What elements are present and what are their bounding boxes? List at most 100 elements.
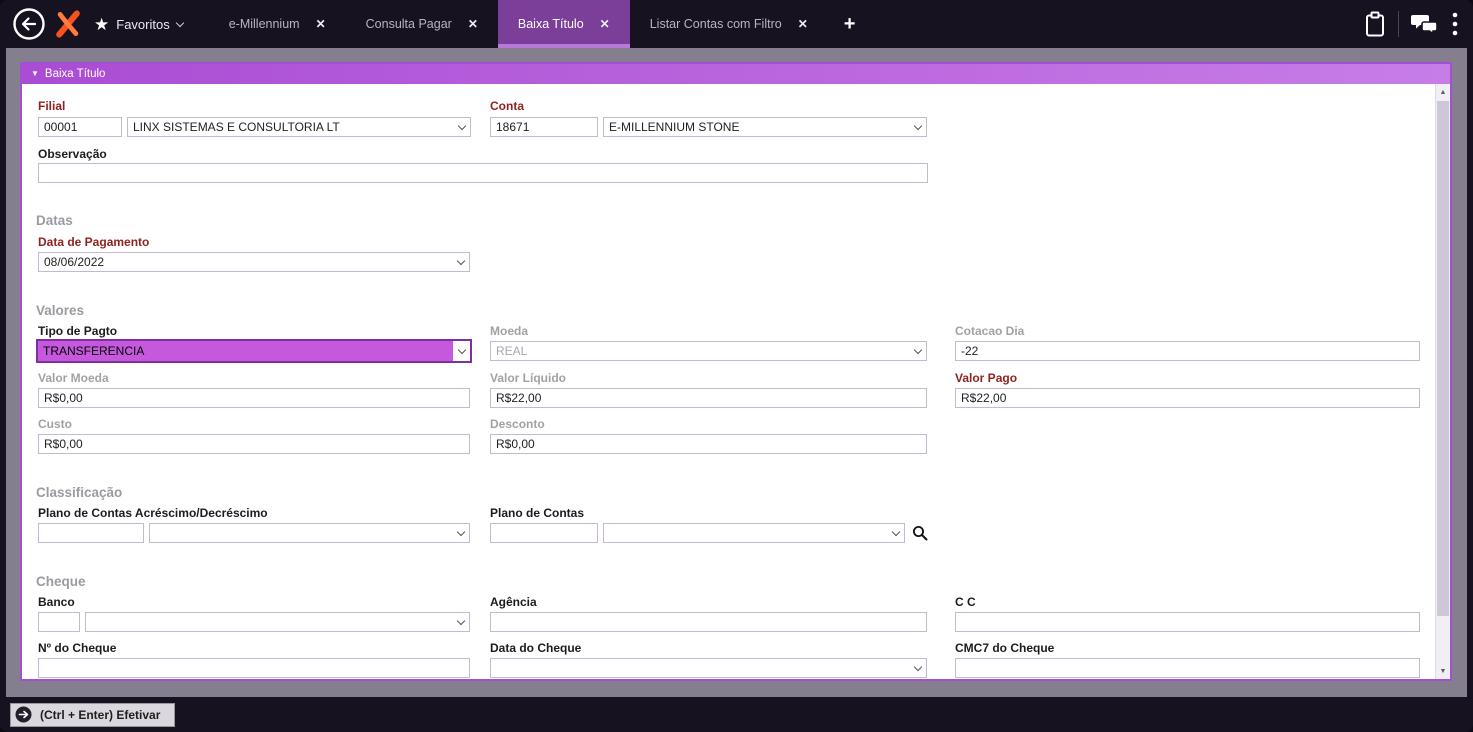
data-pagamento-label: Data de Pagamento [38, 235, 150, 249]
plano-contas-select[interactable] [603, 523, 905, 543]
plano-acrescimo-label: Plano de Contas Acréscimo/Decréscimo [38, 506, 268, 520]
close-icon[interactable]: ✕ [600, 17, 610, 31]
cotacao-dia-label: Cotacao Dia [955, 324, 1025, 338]
moeda-label: Moeda [490, 324, 529, 338]
agencia-label: Agência [490, 595, 537, 609]
back-button[interactable] [12, 7, 46, 41]
numero-cheque-label: Nº do Cheque [38, 641, 117, 655]
chevron-down-icon [452, 613, 469, 631]
filial-code-input[interactable] [38, 117, 122, 137]
favorites-menu[interactable]: ★ Favoritos [94, 14, 184, 34]
tab-bar: e-Millennium ✕ Consulta Pagar ✕ Baixa Tí… [209, 0, 872, 48]
custo-label: Custo [38, 417, 72, 431]
linx-logo[interactable] [54, 10, 82, 38]
chevron-down-icon [452, 524, 469, 542]
divider [1398, 11, 1399, 37]
desconto-label: Desconto [490, 417, 545, 431]
chevron-down-icon [909, 118, 926, 136]
conta-code-input[interactable] [490, 117, 598, 137]
tab-label: Listar Contas com Filtro [649, 17, 782, 31]
close-icon[interactable]: ✕ [468, 17, 478, 31]
efetivar-label: (Ctrl + Enter) Efetivar [40, 707, 161, 722]
valor-moeda-input[interactable] [38, 388, 470, 408]
section-classificacao: Classificação [36, 485, 123, 500]
add-tab-button[interactable]: + [828, 0, 872, 48]
conta-label: Conta [490, 99, 524, 113]
conta-select[interactable]: E-MILLENNIUM STONE [603, 117, 927, 137]
scroll-up-button[interactable]: ▲ [1436, 84, 1450, 100]
kebab-menu-icon [1452, 12, 1458, 36]
tab-label: Consulta Pagar [365, 17, 452, 31]
chevron-down-icon [453, 118, 470, 136]
data-cheque-select[interactable] [490, 658, 927, 678]
plano-contas-code-input[interactable] [490, 523, 598, 543]
agencia-input[interactable] [490, 612, 927, 632]
section-valores: Valores [36, 303, 85, 318]
messages-button[interactable] [1411, 12, 1439, 36]
valor-pago-input[interactable] [955, 388, 1420, 408]
baixa-titulo-panel: ▼ Baixa Título Filial LINX SISTEMAS E CO… [20, 62, 1452, 681]
valor-liquido-label: Valor Líquido [490, 371, 567, 385]
arrow-left-icon [13, 8, 45, 40]
filial-label: Filial [38, 99, 66, 113]
tab-listar-contas[interactable]: Listar Contas com Filtro ✕ [630, 0, 828, 48]
scrollbar-thumb[interactable] [1437, 101, 1449, 616]
plano-acrescimo-select[interactable] [149, 523, 470, 543]
plano-acrescimo-code-input[interactable] [38, 523, 144, 543]
banco-select[interactable] [85, 612, 470, 632]
numero-cheque-input[interactable] [38, 658, 470, 678]
plano-contas-search-button[interactable] [911, 523, 929, 543]
star-icon: ★ [94, 14, 110, 34]
observacao-label: Observação [38, 147, 107, 161]
section-cheque: Cheque [36, 574, 86, 589]
desconto-input[interactable] [490, 434, 927, 454]
cmc7-input[interactable] [955, 658, 1420, 678]
chevron-down-icon [909, 342, 926, 360]
cc-input[interactable] [955, 612, 1420, 632]
tab-label: Baixa Título [517, 17, 584, 31]
tab-e-millennium[interactable]: e-Millennium ✕ [209, 0, 346, 48]
filial-select[interactable]: LINX SISTEMAS E CONSULTORIA LT [127, 117, 471, 137]
chevron-down-icon [453, 341, 470, 361]
search-icon [913, 526, 928, 541]
more-options-button[interactable] [1451, 11, 1459, 37]
valor-liquido-input[interactable] [490, 388, 927, 408]
cmc7-label: CMC7 do Cheque [955, 641, 1055, 655]
efetivar-button[interactable]: (Ctrl + Enter) Efetivar [10, 702, 176, 727]
favorites-label: Favoritos [116, 16, 170, 32]
banco-label: Banco [38, 595, 75, 609]
observacao-input[interactable] [38, 163, 928, 183]
moeda-select: REAL [490, 341, 927, 361]
chat-bubbles-icon [1411, 15, 1438, 36]
chevron-down-icon [175, 18, 184, 27]
plano-contas-label: Plano de Contas [490, 506, 585, 520]
chevron-down-icon [909, 659, 926, 677]
cotacao-dia-input[interactable] [955, 341, 1420, 361]
custo-input[interactable] [38, 434, 470, 454]
panel-title: Baixa Título [44, 68, 106, 80]
close-icon[interactable]: ✕ [316, 17, 326, 31]
valor-pago-label: Valor Pago [955, 371, 1018, 385]
section-datas: Datas [36, 213, 73, 228]
tab-baixa-titulo[interactable]: Baixa Título ✕ [497, 0, 630, 48]
panel-header[interactable]: ▼ Baixa Título [22, 64, 1450, 84]
cc-label: C C [955, 595, 976, 609]
tab-consulta-pagar[interactable]: Consulta Pagar ✕ [346, 0, 498, 48]
clipboard-button[interactable] [1364, 11, 1386, 38]
tipo-pagto-label: Tipo de Pagto [38, 324, 118, 338]
close-icon[interactable]: ✕ [798, 17, 808, 31]
chevron-down-icon [887, 524, 904, 542]
valor-moeda-label: Valor Moeda [38, 371, 109, 385]
topbar-actions [1364, 11, 1473, 38]
arrow-right-circle-icon [15, 706, 32, 723]
banco-code-input[interactable] [38, 612, 80, 632]
chevron-down-icon [452, 253, 469, 271]
data-cheque-label: Data do Cheque [490, 641, 582, 655]
clipboard-icon [1366, 11, 1384, 36]
workspace: ▼ Baixa Título Filial LINX SISTEMAS E CO… [6, 48, 1467, 697]
tipo-pagto-select[interactable]: TRANSFERENCIA [36, 339, 472, 363]
data-pagamento-select[interactable]: 08/06/2022 [38, 252, 470, 272]
vertical-scrollbar[interactable]: ▲ ▼ [1435, 84, 1450, 679]
scroll-down-button[interactable]: ▼ [1436, 663, 1450, 679]
linx-flame-icon [56, 10, 80, 38]
